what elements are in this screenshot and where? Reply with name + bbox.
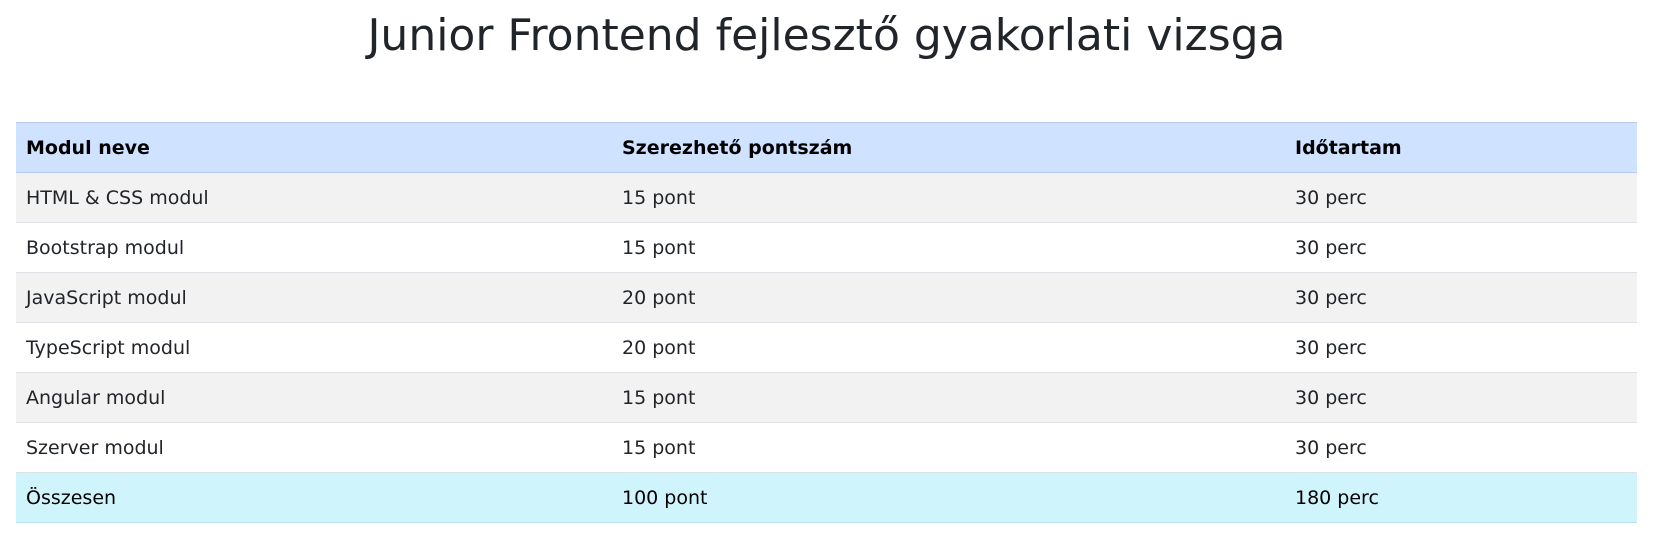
module-name-cell: Angular modul <box>16 372 612 423</box>
column-header-duration: Időtartam <box>1285 122 1637 173</box>
exam-modules-table: Modul neve Szerezhető pontszám Időtartam… <box>16 122 1637 523</box>
duration-cell: 30 perc <box>1285 222 1637 273</box>
points-cell: 15 pont <box>612 372 1285 423</box>
points-cell: 20 pont <box>612 322 1285 373</box>
module-name-cell: JavaScript modul <box>16 272 612 323</box>
duration-cell: 30 perc <box>1285 272 1637 323</box>
total-duration-cell: 180 perc <box>1285 472 1637 523</box>
exam-modules-table-container: Modul neve Szerezhető pontszám Időtartam… <box>16 122 1637 523</box>
points-cell: 15 pont <box>612 222 1285 273</box>
table-row: JavaScript modul 20 pont 30 perc <box>16 272 1637 323</box>
points-cell: 15 pont <box>612 172 1285 223</box>
column-header-module-name: Modul neve <box>16 122 612 173</box>
duration-cell: 30 perc <box>1285 372 1637 423</box>
points-cell: 15 pont <box>612 422 1285 473</box>
table-header-row: Modul neve Szerezhető pontszám Időtartam <box>16 122 1637 173</box>
total-row: Összesen 100 pont 180 perc <box>16 472 1637 523</box>
table-body: HTML & CSS modul 15 pont 30 perc Bootstr… <box>16 172 1637 473</box>
table-row: TypeScript modul 20 pont 30 perc <box>16 322 1637 373</box>
duration-cell: 30 perc <box>1285 172 1637 223</box>
total-label-cell: Összesen <box>16 472 612 523</box>
total-points-cell: 100 pont <box>612 472 1285 523</box>
module-name-cell: Bootstrap modul <box>16 222 612 273</box>
table-header: Modul neve Szerezhető pontszám Időtartam <box>16 122 1637 173</box>
page-title: Junior Frontend fejlesztő gyakorlati viz… <box>367 10 1286 61</box>
table-row: Angular modul 15 pont 30 perc <box>16 372 1637 423</box>
duration-cell: 30 perc <box>1285 422 1637 473</box>
module-name-cell: HTML & CSS modul <box>16 172 612 223</box>
duration-cell: 30 perc <box>1285 322 1637 373</box>
points-cell: 20 pont <box>612 272 1285 323</box>
table-footer: Összesen 100 pont 180 perc <box>16 472 1637 523</box>
table-row: Szerver modul 15 pont 30 perc <box>16 422 1637 473</box>
table-row: Bootstrap modul 15 pont 30 perc <box>16 222 1637 273</box>
module-name-cell: TypeScript modul <box>16 322 612 373</box>
module-name-cell: Szerver modul <box>16 422 612 473</box>
column-header-points: Szerezhető pontszám <box>612 122 1285 173</box>
table-row: HTML & CSS modul 15 pont 30 perc <box>16 172 1637 223</box>
